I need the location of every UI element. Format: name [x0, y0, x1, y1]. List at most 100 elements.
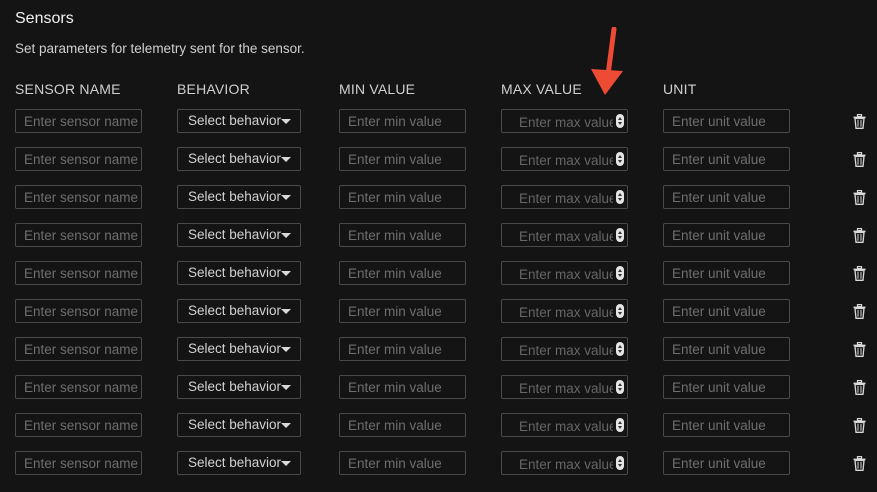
behavior-select[interactable]: Select behavior	[177, 375, 301, 399]
behavior-select[interactable]: Select behavior	[177, 147, 301, 171]
sensor-row: Select behavior Enter max value	[0, 337, 877, 363]
sensor-row: Select behavior Enter max value	[0, 147, 877, 173]
trash-icon[interactable]	[853, 417, 866, 433]
behavior-select-label: Select behavior	[188, 455, 282, 470]
sensor-name-input[interactable]	[15, 147, 142, 171]
unit-input[interactable]	[663, 413, 790, 437]
min-value-input[interactable]	[339, 337, 466, 361]
number-stepper-icon[interactable]	[616, 190, 624, 204]
sensor-name-input[interactable]	[15, 451, 142, 475]
sensor-name-input[interactable]	[15, 261, 142, 285]
max-value-placeholder: Enter max value	[519, 229, 613, 244]
behavior-select[interactable]: Select behavior	[177, 337, 301, 361]
sensor-name-input[interactable]	[15, 375, 142, 399]
max-value-input[interactable]: Enter max value	[501, 109, 628, 133]
number-stepper-icon[interactable]	[616, 380, 624, 394]
sensor-row: Select behavior Enter max value	[0, 109, 877, 135]
max-value-input[interactable]: Enter max value	[501, 261, 628, 285]
max-value-placeholder: Enter max value	[519, 381, 613, 396]
sensor-name-input[interactable]	[15, 223, 142, 247]
trash-icon[interactable]	[853, 265, 866, 281]
behavior-select[interactable]: Select behavior	[177, 185, 301, 209]
min-value-input[interactable]	[339, 185, 466, 209]
sensor-name-input[interactable]	[15, 337, 142, 361]
unit-input[interactable]	[663, 223, 790, 247]
unit-input[interactable]	[663, 261, 790, 285]
unit-input[interactable]	[663, 109, 790, 133]
number-stepper-icon[interactable]	[616, 114, 624, 128]
behavior-select-label: Select behavior	[188, 151, 282, 166]
number-stepper-icon[interactable]	[616, 418, 624, 432]
behavior-select[interactable]: Select behavior	[177, 223, 301, 247]
min-value-input[interactable]	[339, 223, 466, 247]
number-stepper-icon[interactable]	[616, 456, 624, 470]
sensor-row: Select behavior Enter max value	[0, 451, 877, 477]
behavior-select[interactable]: Select behavior	[177, 451, 301, 475]
unit-input[interactable]	[663, 299, 790, 323]
caret-down-icon	[281, 157, 291, 162]
max-value-placeholder: Enter max value	[519, 115, 613, 130]
unit-input[interactable]	[663, 375, 790, 399]
trash-icon[interactable]	[853, 341, 866, 357]
behavior-select[interactable]: Select behavior	[177, 299, 301, 323]
min-value-input[interactable]	[339, 299, 466, 323]
max-value-input[interactable]: Enter max value	[501, 413, 628, 437]
number-stepper-icon[interactable]	[616, 152, 624, 166]
unit-input[interactable]	[663, 185, 790, 209]
trash-icon[interactable]	[853, 303, 866, 319]
behavior-select-label: Select behavior	[188, 189, 282, 204]
unit-input[interactable]	[663, 147, 790, 171]
unit-input[interactable]	[663, 451, 790, 475]
behavior-select[interactable]: Select behavior	[177, 261, 301, 285]
section-description: Set parameters for telemetry sent for th…	[15, 41, 305, 56]
sensor-name-input[interactable]	[15, 299, 142, 323]
max-value-input[interactable]: Enter max value	[501, 185, 628, 209]
trash-icon[interactable]	[853, 151, 866, 167]
trash-icon[interactable]	[853, 189, 866, 205]
min-value-input[interactable]	[339, 413, 466, 437]
number-stepper-icon[interactable]	[616, 228, 624, 242]
sensor-name-input[interactable]	[15, 109, 142, 133]
caret-down-icon	[281, 423, 291, 428]
max-value-input[interactable]: Enter max value	[501, 147, 628, 171]
sensors-page: Sensors Set parameters for telemetry sen…	[0, 0, 877, 492]
number-stepper-icon[interactable]	[616, 266, 624, 280]
behavior-select[interactable]: Select behavior	[177, 109, 301, 133]
sensor-name-input[interactable]	[15, 413, 142, 437]
behavior-select-label: Select behavior	[188, 341, 282, 356]
min-value-input[interactable]	[339, 261, 466, 285]
max-value-placeholder: Enter max value	[519, 153, 613, 168]
trash-icon[interactable]	[853, 455, 866, 471]
column-header-unit: UNIT	[663, 81, 697, 97]
caret-down-icon	[281, 119, 291, 124]
caret-down-icon	[281, 385, 291, 390]
trash-icon[interactable]	[853, 379, 866, 395]
max-value-input[interactable]: Enter max value	[501, 299, 628, 323]
behavior-select[interactable]: Select behavior	[177, 413, 301, 437]
trash-icon[interactable]	[853, 227, 866, 243]
max-value-input[interactable]: Enter max value	[501, 375, 628, 399]
behavior-select-label: Select behavior	[188, 417, 282, 432]
min-value-input[interactable]	[339, 451, 466, 475]
caret-down-icon	[281, 309, 291, 314]
caret-down-icon	[281, 347, 291, 352]
min-value-input[interactable]	[339, 109, 466, 133]
sensor-row: Select behavior Enter max value	[0, 375, 877, 401]
number-stepper-icon[interactable]	[616, 304, 624, 318]
sensor-name-input[interactable]	[15, 185, 142, 209]
column-header-max-value: MAX VALUE	[501, 81, 582, 97]
behavior-select-label: Select behavior	[188, 227, 282, 242]
max-value-input[interactable]: Enter max value	[501, 337, 628, 361]
red-arrow-icon	[591, 27, 623, 95]
behavior-select-label: Select behavior	[188, 303, 282, 318]
max-value-input[interactable]: Enter max value	[501, 223, 628, 247]
column-header-min-value: MIN VALUE	[339, 81, 416, 97]
number-stepper-icon[interactable]	[616, 342, 624, 356]
min-value-input[interactable]	[339, 375, 466, 399]
caret-down-icon	[281, 461, 291, 466]
max-value-input[interactable]: Enter max value	[501, 451, 628, 475]
trash-icon[interactable]	[853, 113, 866, 129]
min-value-input[interactable]	[339, 147, 466, 171]
column-header-behavior: BEHAVIOR	[177, 81, 250, 97]
unit-input[interactable]	[663, 337, 790, 361]
